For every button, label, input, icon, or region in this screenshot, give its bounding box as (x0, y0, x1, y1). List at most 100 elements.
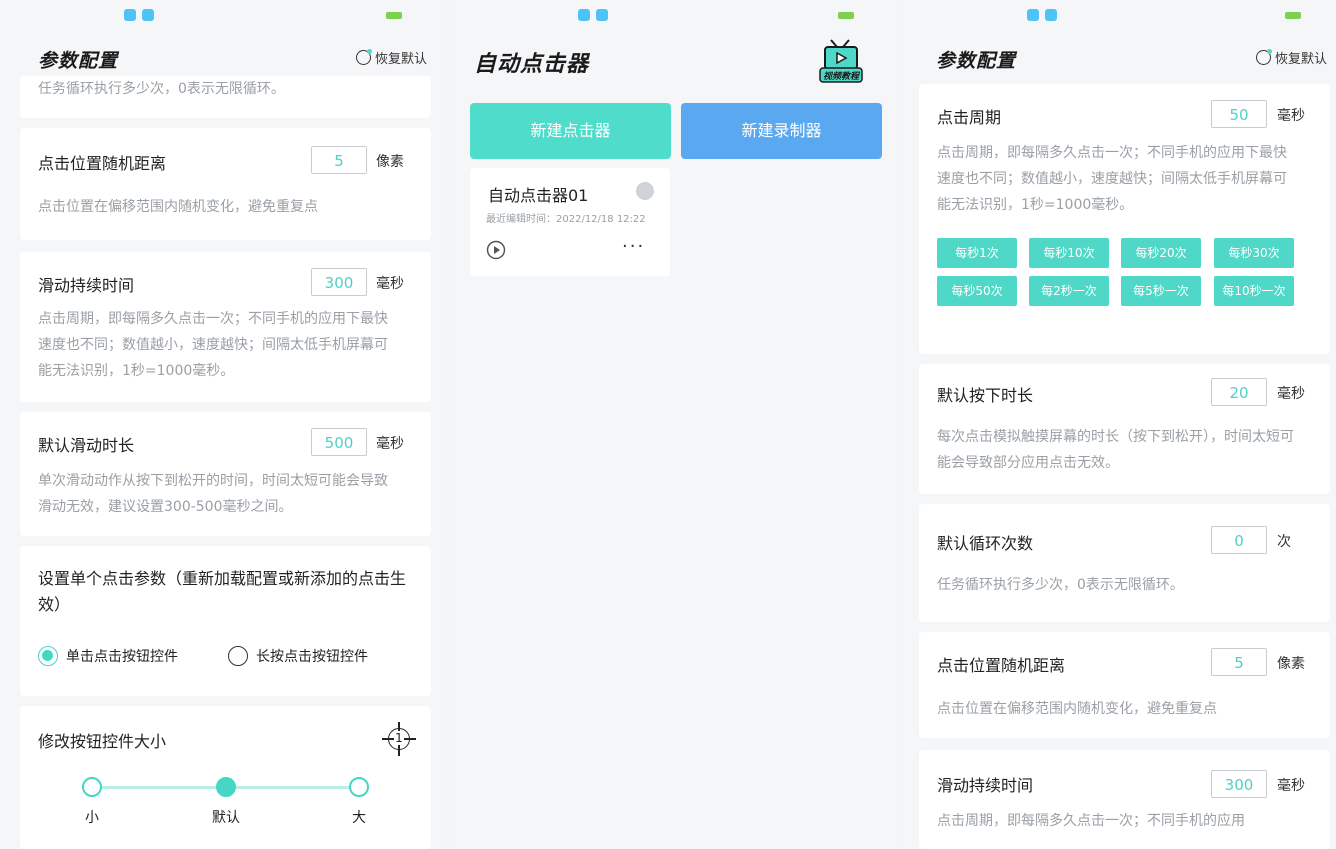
button-size-label: 修改按钮控件大小 (38, 732, 167, 751)
left-settings-panel: 参数配置 恢复默认 任务循环执行多少次，0表示无限循环。 点击位置随机距离 5 … (0, 0, 445, 849)
unit-label: 毫秒 (376, 276, 404, 292)
clicker-item-name: 自动点击器01 (488, 186, 589, 205)
preset-button[interactable]: 每秒10次 (1029, 238, 1109, 268)
restore-icon (356, 49, 372, 65)
battery-icon (1285, 12, 1301, 19)
swipe-duration-input[interactable]: 300 (311, 268, 367, 296)
right-settings-panel: 参数配置 恢复默认 点击周期 50 毫秒 点击周期，即每隔多久点击一次；不同手机… (905, 0, 1336, 849)
random-distance-label: 点击位置随机距离 (937, 656, 1066, 675)
radio-unchecked-icon (228, 646, 248, 666)
status-bar (454, 0, 896, 28)
more-options-icon[interactable]: ··· (622, 236, 645, 257)
video-tutorial-icon[interactable]: 视频教程 (819, 38, 863, 84)
swipe-duration-desc: 点击周期，即每隔多久点击一次；不同手机的应用下最快速度也不同；数值越小，速度越快… (38, 311, 388, 379)
button-size-card: 修改按钮控件大小 1 小 默认 大 (20, 706, 431, 849)
default-loops-desc: 任务循环执行多少次，0表示无限循环。 (937, 577, 1184, 593)
preset-button[interactable]: 每秒1次 (937, 238, 1017, 268)
size-option-large[interactable] (349, 777, 369, 797)
swipe-duration-input[interactable]: 300 (1211, 770, 1267, 798)
swipe-duration-desc: 点击周期，即每隔多久点击一次；不同手机的应用 (937, 813, 1245, 829)
default-swipe-card: 默认滑动时长 500 毫秒 单次滑动动作从按下到松开的时间，时间太短可能会导致滑… (20, 412, 431, 536)
default-press-desc: 每次点击模拟触摸屏幕的时长（按下到松开），时间太短可能会导致部分应用点击无效。 (937, 429, 1294, 471)
random-distance-card: 点击位置随机距离 5 像素 点击位置在偏移范围内随机变化，避免重复点 (919, 632, 1330, 738)
swipe-duration-card: 滑动持续时间 300 毫秒 点击周期，即每隔多久点击一次；不同手机的应用下最快速… (20, 252, 431, 402)
click-period-desc: 点击周期，即每隔多久点击一次；不同手机的应用下最快速度也不同；数值越小，速度越快… (937, 145, 1287, 213)
clicker-list-panel: 自动点击器 视频教程 新建点击器 新建录制器 自动点击器01 最近编辑时间：20… (454, 0, 896, 849)
restore-default-button[interactable]: 恢复默认 (1256, 48, 1327, 67)
size-small-label: 小 (85, 810, 99, 826)
notification-icon (1045, 9, 1057, 21)
random-distance-desc: 点击位置在偏移范围内随机变化，避免重复点 (38, 199, 318, 215)
unit-label: 毫秒 (1277, 386, 1305, 402)
single-click-label: 设置单个点击参数（重新加载配置或新添加的点击生效） (38, 569, 407, 614)
crosshair-icon[interactable]: 1 (382, 722, 416, 756)
default-loops-card: 默认循环次数 0 次 任务循环执行多少次，0表示无限循环。 (919, 504, 1330, 622)
preset-button[interactable]: 每秒50次 (937, 276, 1017, 306)
random-distance-input[interactable]: 5 (311, 146, 367, 174)
clicker-item[interactable]: 自动点击器01 最近编辑时间：2022/12/18 12:22 ··· (470, 168, 670, 276)
status-bar (905, 0, 1336, 28)
random-distance-desc: 点击位置在偏移范围内随机变化，避免重复点 (937, 701, 1217, 717)
size-option-small[interactable] (82, 777, 102, 797)
preset-button[interactable]: 每10秒一次 (1214, 276, 1294, 306)
new-clicker-button[interactable]: 新建点击器 (470, 103, 671, 159)
click-period-label: 点击周期 (937, 108, 1002, 127)
swipe-duration-label: 滑动持续时间 (937, 776, 1034, 795)
restore-label: 恢复默认 (1275, 52, 1328, 67)
status-icon (636, 182, 654, 200)
loop-desc: 任务循环执行多少次，0表示无限循环。 (38, 81, 285, 97)
preset-button[interactable]: 每5秒一次 (1121, 276, 1201, 306)
new-recorder-button[interactable]: 新建录制器 (681, 103, 882, 159)
battery-icon (386, 12, 402, 19)
crosshair-number: 1 (394, 731, 404, 745)
play-icon[interactable] (486, 240, 506, 260)
radio-checked-icon (38, 646, 58, 666)
notification-icon (1027, 9, 1039, 21)
radio-label: 长按点击按钮控件 (256, 649, 368, 665)
default-press-input[interactable]: 20 (1211, 378, 1267, 406)
default-loops-input[interactable]: 0 (1211, 526, 1267, 554)
default-press-label: 默认按下时长 (937, 386, 1034, 405)
unit-label: 像素 (1277, 656, 1305, 672)
default-press-card: 默认按下时长 20 毫秒 每次点击模拟触摸屏幕的时长（按下到松开），时间太短可能… (919, 364, 1330, 494)
page-title: 自动点击器 (474, 52, 590, 77)
swipe-duration-card: 滑动持续时间 300 毫秒 点击周期，即每隔多久点击一次；不同手机的应用 (919, 750, 1330, 849)
unit-label: 像素 (376, 154, 404, 170)
clicker-item-edited: 最近编辑时间：2022/12/18 12:22 (486, 214, 646, 225)
default-swipe-label: 默认滑动时长 (38, 436, 135, 455)
unit-label: 次 (1277, 534, 1291, 550)
radio-label: 单击点击按钮控件 (66, 649, 178, 665)
battery-icon (838, 12, 854, 19)
unit-label: 毫秒 (1277, 778, 1305, 794)
default-swipe-input[interactable]: 500 (311, 428, 367, 456)
random-distance-input[interactable]: 5 (1211, 648, 1267, 676)
random-distance-label: 点击位置随机距离 (38, 154, 167, 173)
restore-label: 恢复默认 (375, 52, 428, 67)
radio-long-press[interactable]: 长按点击按钮控件 (228, 646, 368, 666)
unit-label: 毫秒 (1277, 108, 1305, 124)
preset-button[interactable]: 每秒30次 (1214, 238, 1294, 268)
size-default-label: 默认 (212, 810, 240, 826)
click-period-input[interactable]: 50 (1211, 100, 1267, 128)
video-tutorial-label: 视频教程 (823, 71, 861, 82)
size-large-label: 大 (352, 810, 366, 826)
random-distance-card: 点击位置随机距离 5 像素 点击位置在偏移范围内随机变化，避免重复点 (20, 128, 431, 240)
swipe-duration-label: 滑动持续时间 (38, 276, 135, 295)
unit-label: 毫秒 (376, 436, 404, 452)
notification-icon (124, 9, 136, 21)
single-click-card: 设置单个点击参数（重新加载配置或新添加的点击生效） 单击点击按钮控件 长按点击按… (20, 546, 431, 696)
notification-icon (596, 9, 608, 21)
notification-icon (142, 9, 154, 21)
click-period-card: 点击周期 50 毫秒 点击周期，即每隔多久点击一次；不同手机的应用下最快速度也不… (919, 84, 1330, 354)
loop-count-card: 任务循环执行多少次，0表示无限循环。 (20, 76, 431, 118)
default-loops-label: 默认循环次数 (937, 534, 1034, 553)
page-title: 参数配置 (38, 50, 119, 72)
status-bar (0, 0, 445, 28)
restore-icon (1256, 49, 1272, 65)
preset-button[interactable]: 每秒20次 (1121, 238, 1201, 268)
restore-default-button[interactable]: 恢复默认 (356, 48, 427, 67)
size-option-default[interactable] (216, 777, 236, 797)
default-swipe-desc: 单次滑动动作从按下到松开的时间，时间太短可能会导致滑动无效，建议设置300-50… (38, 473, 388, 515)
radio-single-click[interactable]: 单击点击按钮控件 (38, 646, 178, 666)
preset-button[interactable]: 每2秒一次 (1029, 276, 1109, 306)
